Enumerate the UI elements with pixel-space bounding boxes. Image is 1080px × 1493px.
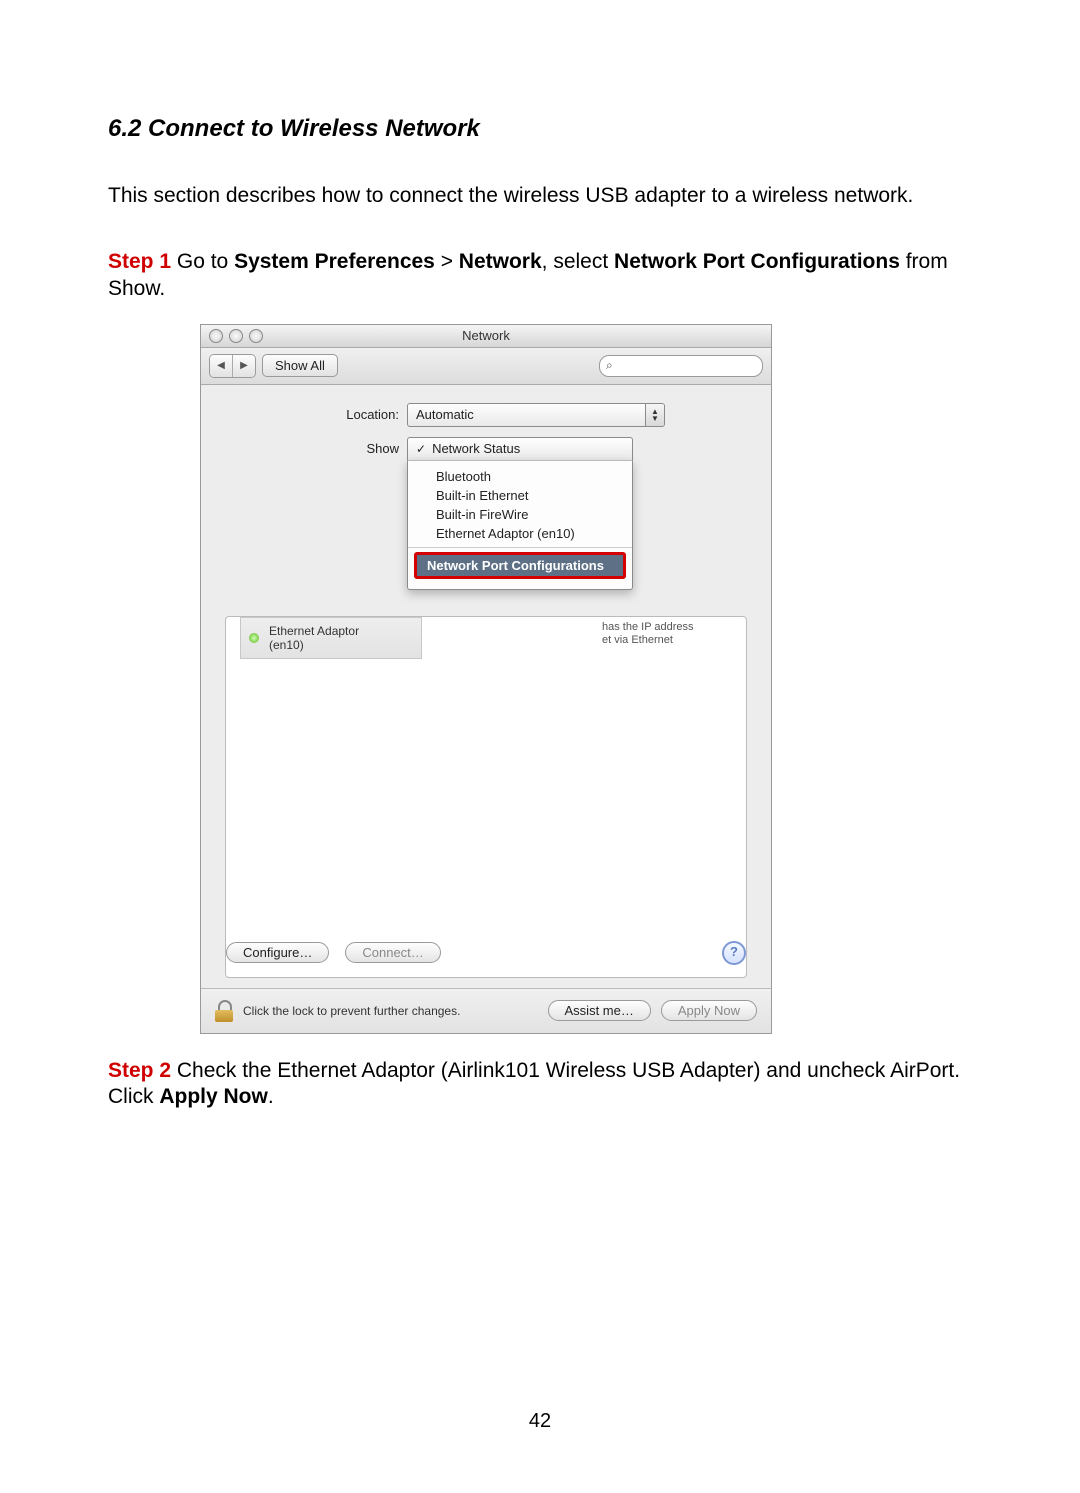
network-list-area: Ethernet Adaptor (en10) has the IP addre… (225, 616, 747, 978)
location-label: Location: (215, 407, 407, 422)
menu-item-ethernet-adaptor[interactable]: Ethernet Adaptor (en10) (408, 524, 632, 543)
menu-item-bluetooth[interactable]: Bluetooth (408, 467, 632, 486)
show-selected-option[interactable]: ✓ Network Status (407, 437, 633, 460)
adapter-name: Ethernet Adaptor (269, 624, 359, 638)
show-dropdown-menu: Bluetooth Built-in Ethernet Built-in Fir… (407, 460, 633, 590)
window-titlebar: Network (201, 325, 771, 348)
search-icon: ⌕ (606, 358, 613, 373)
back-button[interactable] (210, 355, 232, 377)
menu-divider (408, 547, 632, 548)
step-1-label: Step 1 (108, 250, 171, 273)
step1-seg5: Network Port Configurations (614, 250, 900, 273)
lock-icon[interactable] (215, 1000, 233, 1022)
adapter-row[interactable]: Ethernet Adaptor (en10) (240, 617, 422, 659)
step1-seg2: > (435, 250, 459, 273)
list-bottom-buttons: Configure… Connect… ? (226, 941, 746, 965)
location-select[interactable]: Automatic ▲▼ (407, 403, 665, 427)
show-row: Show ✓ Network Status Bluetooth Built-in… (215, 437, 757, 590)
step-2-label: Step 2 (108, 1059, 171, 1082)
window-panel: Location: Automatic ▲▼ Show ✓ Network St… (201, 385, 771, 988)
checkmark-icon: ✓ (416, 442, 426, 456)
show-selected-label: Network Status (432, 441, 520, 456)
section-title: 6.2 Connect to Wireless Network (108, 115, 972, 143)
step-1-block: Step 1 Go to System Preferences > Networ… (108, 249, 972, 302)
configure-button[interactable]: Configure… (226, 942, 329, 963)
highlight-box: Network Port Configurations (414, 552, 626, 579)
page-number: 42 (108, 1410, 972, 1433)
adapter-sub: (en10) (269, 638, 359, 652)
step1-seg1: System Preferences (234, 250, 435, 273)
step1-seg0: Go to (171, 250, 234, 273)
connect-button[interactable]: Connect… (345, 942, 440, 963)
select-caret-icon: ▲▼ (645, 404, 664, 426)
intro-text: This section describes how to connect th… (108, 183, 972, 209)
step2-seg1: Apply Now (159, 1085, 268, 1108)
window-title: Network (201, 328, 771, 343)
help-button[interactable]: ? (722, 941, 746, 965)
nav-buttons[interactable] (209, 354, 256, 378)
show-select-open[interactable]: ✓ Network Status Bluetooth Built-in Ethe… (407, 437, 633, 590)
step2-seg2: . (268, 1085, 274, 1108)
adapter-info-text: has the IP address et via Ethernet (602, 621, 732, 647)
location-row: Location: Automatic ▲▼ (215, 403, 757, 427)
search-input[interactable]: ⌕ (599, 355, 763, 377)
show-label: Show (215, 437, 407, 456)
network-window: Network Show All ⌕ Location: Automatic ▲… (200, 324, 772, 1034)
lock-text: Click the lock to prevent further change… (243, 1004, 460, 1018)
assist-me-button[interactable]: Assist me… (548, 1000, 651, 1021)
step-2-block: Step 2 Check the Ethernet Adaptor (Airli… (108, 1058, 972, 1111)
show-all-button[interactable]: Show All (262, 354, 338, 377)
apply-now-button[interactable]: Apply Now (661, 1000, 757, 1021)
step1-seg4: , select (542, 250, 614, 273)
window-footer: Click the lock to prevent further change… (201, 988, 771, 1033)
step1-seg3: Network (459, 250, 542, 273)
menu-item-builtin-ethernet[interactable]: Built-in Ethernet (408, 486, 632, 505)
status-dot-icon (249, 633, 259, 643)
location-value: Automatic (416, 407, 474, 422)
forward-button[interactable] (232, 355, 255, 377)
menu-item-network-port-config[interactable]: Network Port Configurations (417, 555, 623, 576)
menu-item-builtin-firewire[interactable]: Built-in FireWire (408, 505, 632, 524)
window-toolbar: Show All ⌕ (201, 348, 771, 385)
